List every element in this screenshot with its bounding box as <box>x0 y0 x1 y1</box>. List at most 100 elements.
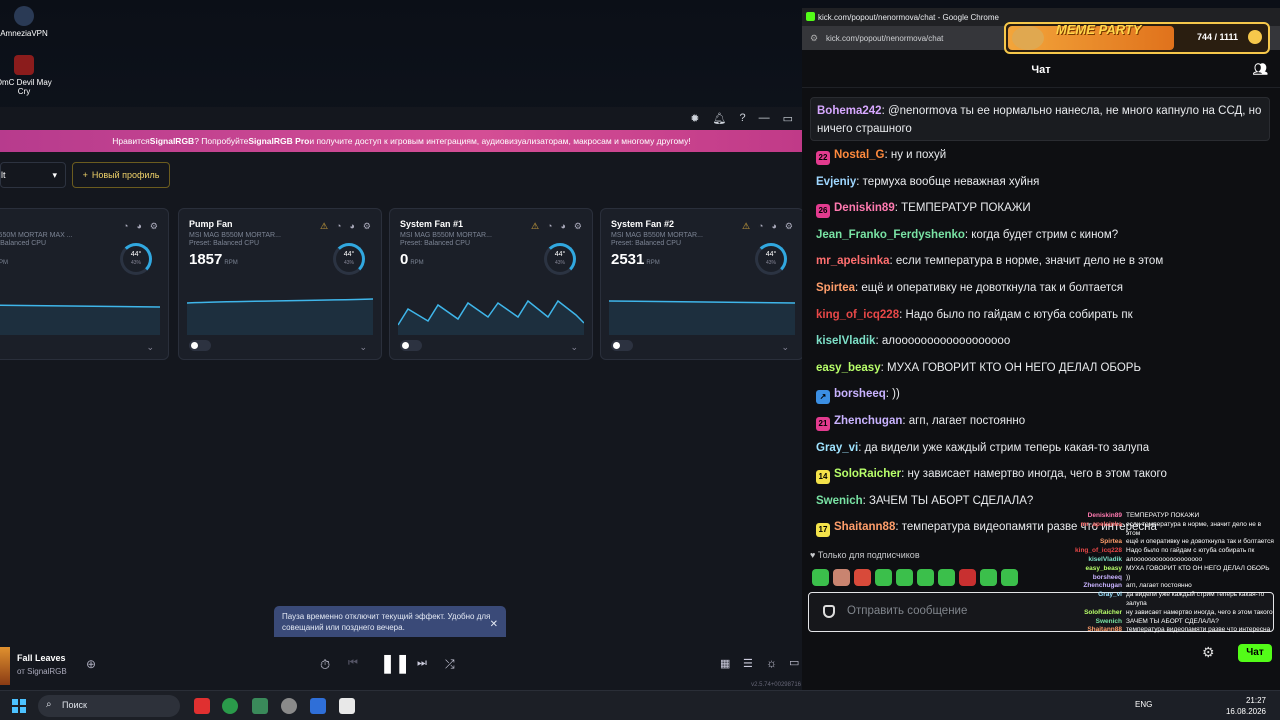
chat-message: 14 SoloRaicher: ну зависает намертво иног… <box>816 465 1167 485</box>
message-username[interactable]: Nostal_G <box>834 149 885 161</box>
chevron-down-icon[interactable]: ⌄ <box>359 342 367 353</box>
emote-icon[interactable] <box>896 569 913 586</box>
app-icon[interactable] <box>310 698 326 714</box>
emote-icon[interactable] <box>812 569 829 586</box>
list-icon[interactable]: ☰ <box>743 657 753 670</box>
message-username[interactable]: Swenich <box>816 495 863 507</box>
fan-rpm: 1857 RPM <box>189 251 238 268</box>
palette-icon[interactable]: ◕ <box>136 221 141 232</box>
emote-icon[interactable] <box>980 569 997 586</box>
speed-icon[interactable]: ◔ <box>123 221 128 232</box>
message-username[interactable]: easy_beasy <box>816 362 881 374</box>
pause-button[interactable]: ❚❚ <box>380 653 410 674</box>
bug-icon[interactable]: ✹ <box>690 112 699 125</box>
message-username[interactable]: Gray_vi <box>816 442 858 454</box>
tooltip-close-button[interactable]: ✕ <box>490 619 498 630</box>
grid-icon[interactable]: ▦ <box>720 657 730 670</box>
message-username[interactable]: Evjeniy <box>816 176 856 188</box>
chat-message: 22 Nostal_G: ну и похуй <box>816 146 946 165</box>
message-username[interactable]: Bohema242 <box>817 105 882 117</box>
speed-icon[interactable]: ◔ <box>336 221 341 232</box>
yandex-browser-icon[interactable] <box>194 698 210 714</box>
chevron-down-icon[interactable]: ⌄ <box>146 342 154 353</box>
message-username[interactable]: Jean_Franko_Ferdyshenko <box>816 229 965 241</box>
bell-icon[interactable]: 🔔︎ <box>713 112 727 125</box>
message-username[interactable]: kiselVladik <box>816 335 875 347</box>
chevron-down-icon[interactable]: ⌄ <box>570 342 578 353</box>
subscriber-badge-icon: 21 <box>816 417 830 431</box>
fan-card[interactable]: Pump Fan MSI MAG B550M MORTAR... Preset: … <box>178 208 382 360</box>
signalrgb-icon[interactable] <box>339 698 355 714</box>
site-settings-icon[interactable]: ⚙ <box>810 33 818 44</box>
gear-icon[interactable]: ⚙ <box>574 221 582 232</box>
speed-icon[interactable]: ◔ <box>758 221 763 232</box>
shield-icon[interactable] <box>823 605 835 618</box>
next-icon[interactable]: ⏭ <box>417 657 427 670</box>
message-username[interactable]: king_of_icq228 <box>816 309 899 321</box>
subscriber-badge-icon: ↗ <box>816 390 830 405</box>
maximize-button[interactable]: ▭ <box>783 112 793 125</box>
emote-icon[interactable] <box>1001 569 1018 586</box>
palette-icon[interactable]: ◕ <box>560 221 565 232</box>
message-text: : @nenormova ты ее нормально нанесла, не… <box>817 105 1262 135</box>
users-icon[interactable]: 👥︎ <box>1253 62 1268 76</box>
emote-icon[interactable] <box>938 569 955 586</box>
app-icon[interactable] <box>252 698 268 714</box>
emote-icon[interactable] <box>875 569 892 586</box>
emote-icon[interactable] <box>959 569 976 586</box>
new-profile-button[interactable]: + Новый профиль <box>72 162 170 188</box>
fan-card[interactable]: Fan MAG B550M MORTAR MAX ...Preset: Bala… <box>0 208 169 360</box>
fan-card[interactable]: System Fan #1 MSI MAG B550M MORTAR... Pre… <box>389 208 593 360</box>
palette-icon[interactable]: ◕ <box>349 221 354 232</box>
shuffle-icon[interactable]: ⤮ <box>445 657 455 672</box>
screen-icon[interactable]: ▭ <box>789 656 799 669</box>
palette-icon[interactable]: ◕ <box>771 221 776 232</box>
brightness-icon[interactable]: ☼ <box>766 656 777 670</box>
help-icon[interactable]: ? <box>739 112 745 124</box>
clock[interactable]: 21:27 16.08.2026 <box>1226 695 1266 717</box>
message-username[interactable]: Spirtea <box>816 282 855 294</box>
chrome-icon[interactable] <box>222 698 238 714</box>
fan-card[interactable]: System Fan #2 MSI MAG B550M MORTAR... Pre… <box>600 208 804 360</box>
emote-icon[interactable] <box>917 569 934 586</box>
chat-message: Gray_vi: да видели уже каждый стрим тепе… <box>816 439 1149 457</box>
speed-icon[interactable]: ◔ <box>547 221 552 232</box>
message-username[interactable]: borsheeq <box>834 388 886 400</box>
message-username[interactable]: Zhenchugan <box>834 415 902 427</box>
message-username[interactable]: Deniskin89 <box>834 202 895 214</box>
language-indicator[interactable]: ENG <box>1135 700 1152 709</box>
emote-icon[interactable] <box>833 569 850 586</box>
timer-icon[interactable]: ⏱ <box>320 657 330 673</box>
gear-icon[interactable]: ⚙ <box>363 221 371 232</box>
fan-toggle[interactable] <box>611 340 633 351</box>
desktop-icon-amneziavpn[interactable]: AmneziaVPN <box>0 6 52 38</box>
previous-icon[interactable]: ⏮ <box>348 657 358 670</box>
app-icon[interactable] <box>281 698 297 714</box>
chat-message: Evjeniy: термуха вообще неважная хуйня <box>816 173 1039 191</box>
message-text: : МУХА ГОВОРИТ КТО ОН НЕГО ДЕЛАЛ ОБОРЬ <box>880 361 1142 374</box>
track-art <box>0 647 10 685</box>
chat-message: Jean_Franko_Ferdyshenko: когда будет стр… <box>816 226 1118 244</box>
emote-icon[interactable] <box>854 569 871 586</box>
overlay-chat-row: borsheeq)) <box>1040 574 1280 583</box>
overlay-text: )) <box>1126 573 1131 581</box>
desktop-icon-dmc[interactable]: DmC Devil May Cry <box>0 55 52 96</box>
fan-toggle[interactable] <box>189 340 211 351</box>
add-icon[interactable]: ⊕ <box>86 657 96 671</box>
promo-banner[interactable]: Нравится SignalRGB? Попробуйте SignalRGB… <box>0 130 803 152</box>
overlay-text: температура видеопамяти разве что интере… <box>1126 626 1271 634</box>
minimize-button[interactable]: — <box>759 112 770 124</box>
message-username[interactable]: SoloRaicher <box>834 468 901 480</box>
message-username[interactable]: Shaitann88 <box>834 521 895 533</box>
windows-start-icon[interactable] <box>12 699 26 713</box>
taskbar-search[interactable]: ⌕ Поиск <box>38 695 180 717</box>
gear-icon[interactable]: ⚙ <box>150 221 158 232</box>
promo-text: ? Попробуйте <box>194 136 249 146</box>
profile-select[interactable]: lt ▾ <box>0 162 66 188</box>
chevron-down-icon[interactable]: ⌄ <box>781 342 789 353</box>
message-username[interactable]: mr_apelsinka <box>816 255 890 267</box>
app-titlebar: ✹ 🔔︎ ? — ▭ <box>0 107 803 129</box>
fan-toggle[interactable] <box>400 340 422 351</box>
desktop-icon-label: DmC Devil May Cry <box>0 78 52 96</box>
gear-icon[interactable]: ⚙ <box>785 221 793 232</box>
